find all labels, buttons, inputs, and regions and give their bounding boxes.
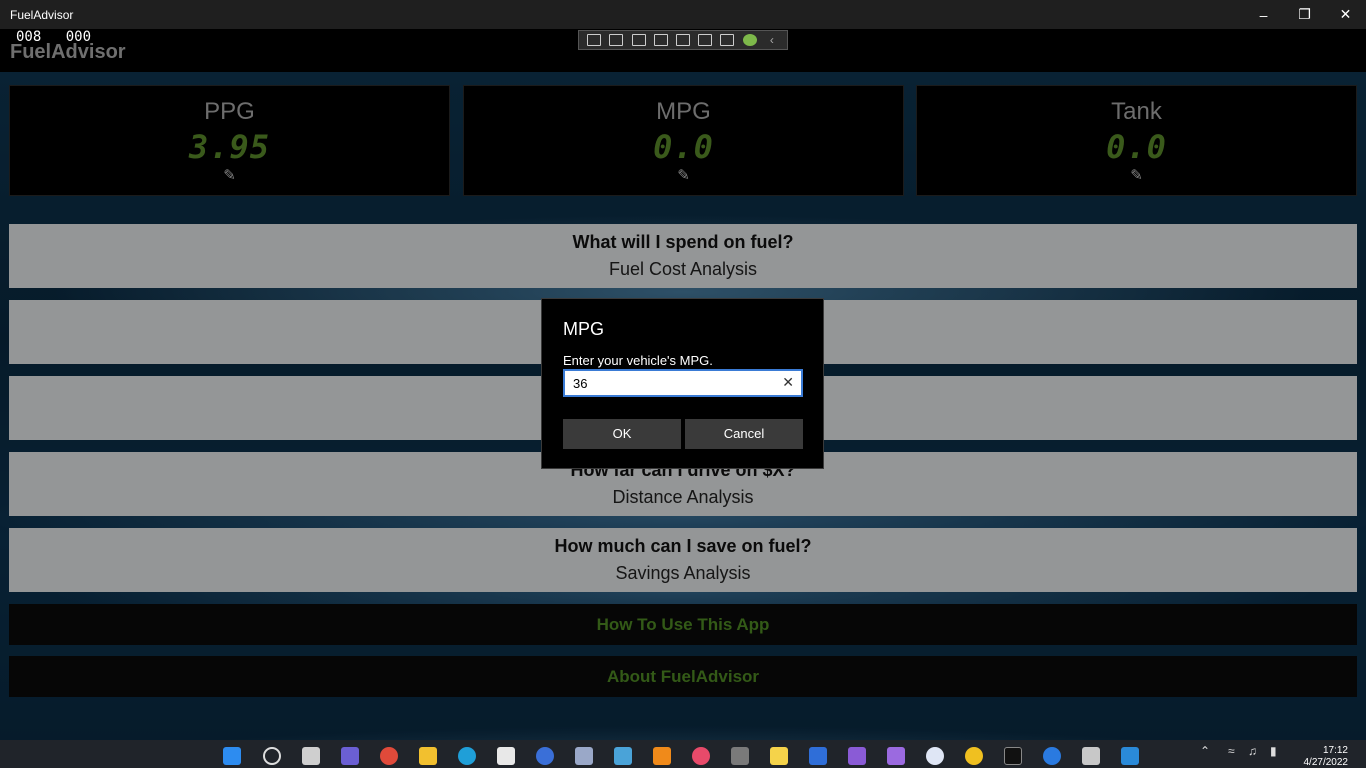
mpg-input[interactable] — [573, 375, 773, 391]
quick-assist-icon[interactable] — [536, 747, 554, 765]
window-title: FuelAdvisor — [10, 7, 74, 22]
track-focus-icon[interactable] — [675, 34, 690, 46]
file-explorer-icon[interactable] — [419, 747, 437, 765]
display-layout-adorners-icon[interactable] — [653, 34, 668, 46]
edge-icon[interactable] — [458, 747, 476, 765]
maps-icon[interactable] — [1043, 747, 1061, 765]
visual-studio-preview-icon[interactable] — [887, 747, 905, 765]
frame-counters: 008 000 — [16, 29, 107, 45]
close-button[interactable]: ✕ — [1325, 0, 1366, 29]
app-icon[interactable] — [575, 747, 593, 765]
window-controls: – ❐ ✕ — [1243, 0, 1366, 29]
dialog-prompt: Enter your vehicle's MPG. — [563, 353, 713, 368]
vlc-icon[interactable] — [653, 747, 671, 765]
clock-icon[interactable] — [926, 747, 944, 765]
dialog-title: MPG — [563, 319, 605, 339]
ok-button[interactable]: OK — [563, 419, 681, 449]
cancel-button[interactable]: Cancel — [685, 419, 803, 449]
live-visual-tree-icon[interactable] — [587, 34, 602, 46]
teams-icon[interactable] — [341, 747, 359, 765]
volume-icon[interactable]: ♫ — [1248, 744, 1257, 758]
wifi-icon[interactable]: ≈ — [1228, 744, 1235, 758]
counter-right: 000 — [65, 29, 92, 45]
counter-left: 008 — [16, 29, 42, 45]
visual-studio-icon[interactable] — [848, 747, 866, 765]
hot-reload-icon[interactable] — [698, 34, 713, 46]
chrome-canary-icon[interactable] — [692, 747, 710, 765]
mpg-input-box: ✕ — [563, 369, 803, 397]
collapse-chevron-icon[interactable]: ‹ — [765, 34, 779, 46]
app-icon[interactable] — [614, 747, 632, 765]
clear-icon[interactable]: ✕ — [782, 374, 794, 391]
record-icon[interactable] — [609, 34, 624, 46]
minimize-button[interactable]: – — [1243, 0, 1284, 29]
notepad-icon[interactable] — [770, 747, 788, 765]
task-view-icon[interactable] — [302, 747, 320, 765]
battery-icon[interactable]: ▮ — [1270, 744, 1277, 758]
fueladvisor-icon[interactable] — [1121, 747, 1139, 765]
select-element-icon[interactable] — [631, 34, 646, 46]
app-header: FuelAdvisor 008 000 ‹ — [0, 29, 1366, 72]
app-icon[interactable] — [965, 747, 983, 765]
chevron-up-icon[interactable]: ⌃ — [1200, 744, 1210, 758]
clock-time: 17:12 — [1322, 745, 1348, 756]
mpg-dialog: MPG Enter your vehicle's MPG. ✕ OK Cance… — [541, 298, 824, 469]
search-icon[interactable] — [263, 747, 281, 765]
store-icon[interactable] — [497, 747, 515, 765]
status-check-icon[interactable] — [742, 34, 757, 46]
debug-toolbar: ‹ — [578, 30, 788, 50]
word-icon[interactable] — [809, 747, 827, 765]
app-icon[interactable] — [731, 747, 749, 765]
app-icon[interactable] — [1082, 747, 1100, 765]
clock-date: 4/27/2022 — [1303, 757, 1349, 768]
terminal-icon[interactable] — [1004, 747, 1022, 765]
chrome-icon[interactable] — [380, 747, 398, 765]
start-icon[interactable] — [223, 747, 241, 765]
clock[interactable]: 17:12 4/27/2022 — [1304, 745, 1349, 768]
binding-failures-icon[interactable] — [720, 34, 735, 46]
title-bar: FuelAdvisor – ❐ ✕ — [0, 0, 1366, 29]
taskbar: ⌃ ≈ ♫ ▮ 17:12 4/27/2022 — [0, 740, 1366, 768]
restore-button[interactable]: ❐ — [1284, 0, 1325, 29]
